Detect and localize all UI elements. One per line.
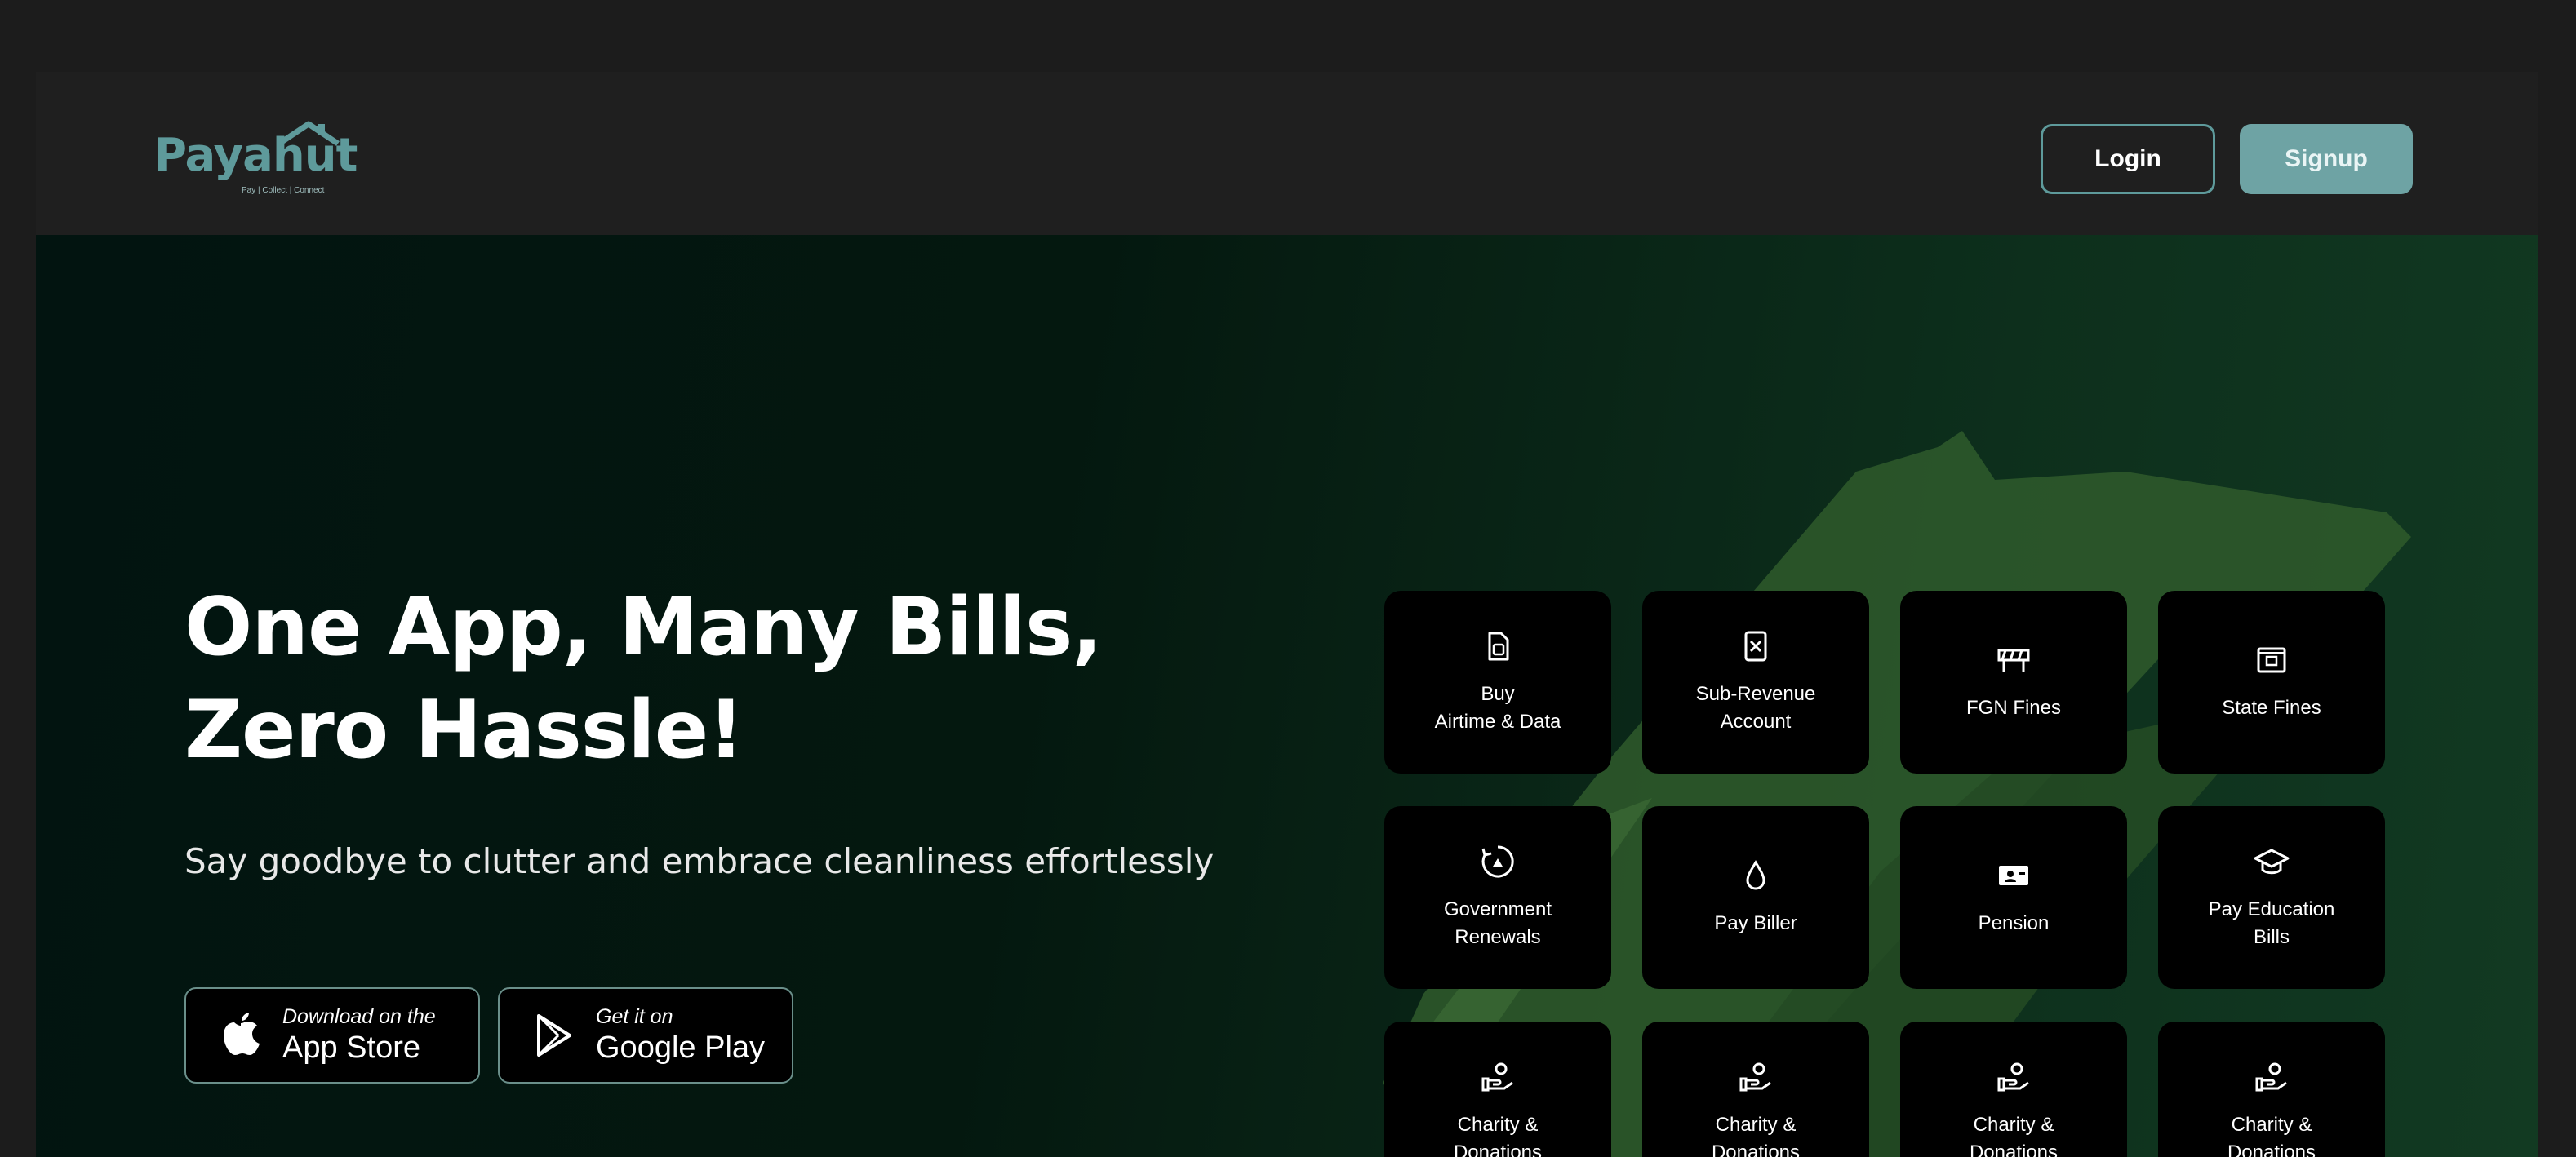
ticket-icon <box>2257 647 2286 673</box>
service-label: Pension <box>1978 912 2050 934</box>
renew-icon <box>1481 845 1514 878</box>
service-card-pay-biller[interactable]: Pay Biller <box>1642 806 1869 989</box>
app-store-text: Download on the App Store <box>282 1005 436 1066</box>
donation-hand-icon <box>2255 1062 2287 1092</box>
donation-hand-icon <box>1997 1062 2029 1092</box>
service-card-charity-donations[interactable]: Charity & Donations <box>2158 1022 2385 1157</box>
service-label: Pay Education Bills <box>2208 898 2335 948</box>
service-label: Pay Biller <box>1714 912 1797 934</box>
house-roof-icon <box>278 121 340 146</box>
service-card-government-renewals[interactable]: Government Renewals <box>1384 806 1611 989</box>
service-card-charity-donations[interactable]: Charity & Donations <box>1642 1022 1869 1157</box>
service-label: Charity & Donations <box>1453 1114 1543 1157</box>
top-navbar: Payahut Pay | Collect | Connect Login Si… <box>36 72 2538 235</box>
app-store-big-text: App Store <box>282 1031 420 1065</box>
drop-icon <box>1746 860 1765 890</box>
login-button[interactable]: Login <box>2041 124 2215 194</box>
donation-hand-icon <box>1739 1062 1771 1092</box>
google-play-small-text: Get it on <box>596 1005 673 1028</box>
app-store-button[interactable]: Download on the App Store <box>184 987 480 1084</box>
service-label: State Fines <box>2222 697 2321 719</box>
app-store-small-text: Download on the <box>282 1005 436 1028</box>
page-frame: Payahut Pay | Collect | Connect Login Si… <box>36 72 2538 1157</box>
google-play-icon <box>537 1014 571 1057</box>
services-grid: Buy Airtime & Data Sub-Revenue Account F… <box>1384 591 2385 1157</box>
service-label: FGN Fines <box>1965 697 2061 719</box>
graduation-cap-icon <box>2254 849 2290 875</box>
google-play-button[interactable]: Get it on Google Play <box>498 987 793 1084</box>
logo-tagline: Pay | Collect | Connect <box>242 186 325 195</box>
service-label: Buy Airtime & Data <box>1434 683 1561 733</box>
service-label: Charity & Donations <box>1711 1114 1801 1157</box>
headline-line-2: Zero Hassle! <box>184 684 744 777</box>
hero-section: One App, Many Bills, Zero Hassle! Say go… <box>36 235 2538 1157</box>
receipt-icon <box>1744 631 1767 662</box>
service-label: Government Renewals <box>1443 898 1552 948</box>
hero-headline: One App, Many Bills, Zero Hassle! <box>184 576 1327 782</box>
google-play-text: Get it on Google Play <box>596 1005 765 1066</box>
service-card-charity-donations[interactable]: Charity & Donations <box>1384 1022 1611 1157</box>
roadblock-icon <box>1997 649 2030 672</box>
service-card-state-fines[interactable]: State Fines <box>2158 591 2385 774</box>
google-play-big-text: Google Play <box>596 1031 766 1065</box>
service-card-education-bills[interactable]: Pay Education Bills <box>2158 806 2385 989</box>
service-label: Charity & Donations <box>1969 1114 2059 1157</box>
apple-icon <box>224 1013 260 1055</box>
service-label: Charity & Donations <box>2227 1114 2316 1157</box>
signup-button[interactable]: Signup <box>2240 124 2413 194</box>
service-card-charity-donations[interactable]: Charity & Donations <box>1900 1022 2127 1157</box>
payahut-logo[interactable]: Payahut Pay | Collect | Connect <box>153 121 366 195</box>
hero-subheadline: Say goodbye to clutter and embrace clean… <box>184 841 1215 881</box>
service-card-fgn-fines[interactable]: FGN Fines <box>1900 591 2127 774</box>
service-label: Sub-Revenue Account <box>1695 683 1816 733</box>
pension-icon <box>1999 866 2028 885</box>
headline-line-1: One App, Many Bills, <box>184 581 1103 674</box>
service-card-pension[interactable]: Pension <box>1900 806 2127 989</box>
service-card-sub-revenue[interactable]: Sub-Revenue Account <box>1642 591 1869 774</box>
donation-hand-icon <box>1481 1062 1513 1092</box>
sim-card-icon <box>1488 632 1509 661</box>
service-card-airtime-data[interactable]: Buy Airtime & Data <box>1384 591 1611 774</box>
